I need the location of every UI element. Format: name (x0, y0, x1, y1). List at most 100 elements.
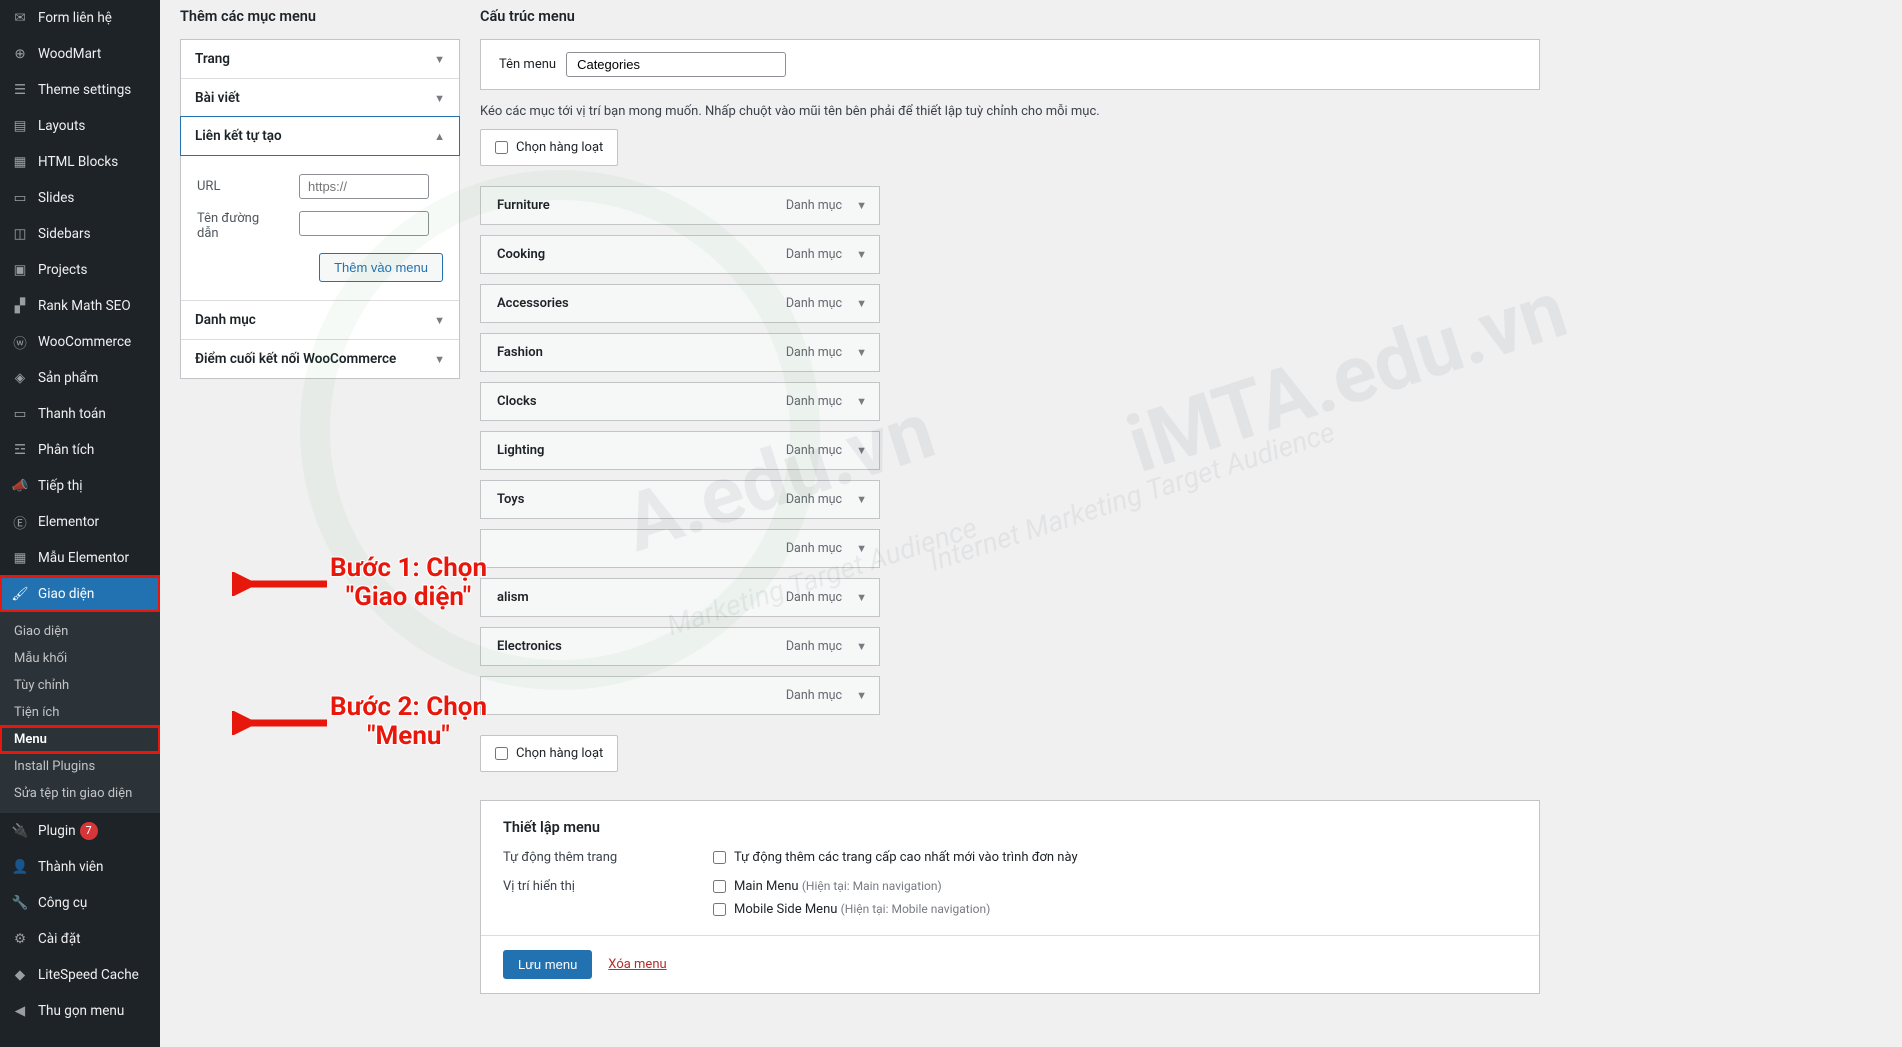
gear-icon: ⚙ (10, 929, 30, 949)
acc-pages[interactable]: Trang▼ (181, 40, 459, 78)
sidebar-item-settings[interactable]: ⚙Cài đặt (0, 921, 160, 957)
subitem-menus[interactable]: Menu (0, 726, 160, 753)
sidebar-item-form[interactable]: ✉Form liên hệ (0, 0, 160, 36)
sidebar-item-tools[interactable]: 🔧Công cụ (0, 885, 160, 921)
sidebar-item-marketing[interactable]: 📣Tiếp thị (0, 468, 160, 504)
add-items-accordion: Trang▼ Bài viết▼ Liên kết tự tạo▲ URL Tê… (180, 39, 460, 379)
sidebar-item-elementor-templates[interactable]: ▦Mẫu Elementor (0, 540, 160, 576)
chevron-down-icon: ▼ (856, 248, 867, 261)
acc-woo-endpoints[interactable]: Điểm cuối kết nối WooCommerce▼ (181, 339, 459, 378)
menu-item[interactable]: Danh mục ▼ (480, 676, 880, 715)
litespeed-icon: ◆ (10, 965, 30, 985)
chevron-down-icon: ▼ (856, 297, 867, 310)
bulk-select-top[interactable]: Chọn hàng loạt (480, 129, 618, 166)
url-input[interactable] (299, 174, 429, 199)
auto-add-checkbox[interactable] (713, 851, 726, 864)
link-name-input[interactable] (299, 211, 429, 236)
menu-item[interactable]: Clocks Danh mục ▼ (480, 382, 880, 421)
menu-item[interactable]: Electronics Danh mục ▼ (480, 627, 880, 666)
menu-item[interactable]: Accessories Danh mục ▼ (480, 284, 880, 323)
layouts-icon: ▤ (10, 116, 30, 136)
structure-helper-text: Kéo các mục tới vị trí bạn mong muốn. Nh… (480, 104, 1540, 119)
subitem-edit-theme[interactable]: Sửa tệp tin giao diện (0, 780, 160, 807)
link-name-label: Tên đường dẫn (197, 211, 281, 241)
menu-item-type: Danh mục (786, 639, 842, 654)
menu-item-type: Danh mục (786, 345, 842, 360)
slides-icon: ▭ (10, 188, 30, 208)
menu-name-label: Tên menu (499, 57, 556, 72)
sidebar-item-woocommerce[interactable]: ⓦWooCommerce (0, 324, 160, 360)
sidebar-item-litespeed[interactable]: ◆LiteSpeed Cache (0, 957, 160, 993)
menu-item-type: Danh mục (786, 198, 842, 213)
chevron-down-icon: ▼ (856, 199, 867, 212)
delete-menu-link[interactable]: Xóa menu (608, 957, 666, 972)
sidebar-item-users[interactable]: 👤Thành viên (0, 849, 160, 885)
subitem-widgets[interactable]: Tiện ích (0, 699, 160, 726)
chevron-down-icon: ▼ (856, 542, 867, 555)
add-menu-items-column: Thêm các mục menu Trang▼ Bài viết▼ Liên … (180, 0, 460, 994)
menu-footer-bar: Lưu menu Xóa menu (481, 935, 1539, 993)
sidebar-item-analytics[interactable]: ☲Phân tích (0, 432, 160, 468)
subitem-customize[interactable]: Tùy chỉnh (0, 672, 160, 699)
sidebars-icon: ◫ (10, 224, 30, 244)
subitem-themes[interactable]: Giao diện (0, 618, 160, 645)
collapse-icon: ◀ (10, 1001, 30, 1021)
template-icon: ▦ (10, 548, 30, 568)
menu-item-type: Danh mục (786, 247, 842, 262)
menu-item-type: Danh mục (786, 590, 842, 605)
add-to-menu-button[interactable]: Thêm vào menu (319, 253, 443, 282)
menu-item[interactable]: Lighting Danh mục ▼ (480, 431, 880, 470)
sidebar-item-sidebars[interactable]: ◫Sidebars (0, 216, 160, 252)
sidebar-item-theme-settings[interactable]: ☰Theme settings (0, 72, 160, 108)
projects-icon: ▣ (10, 260, 30, 280)
analytics-icon: ☲ (10, 440, 30, 460)
add-items-heading: Thêm các mục menu (180, 8, 460, 25)
sidebar-item-elementor[interactable]: ⒺElementor (0, 504, 160, 540)
menu-name-input[interactable] (566, 52, 786, 77)
appearance-submenu: Giao diện Mẫu khối Tùy chỉnh Tiện ích Me… (0, 612, 160, 813)
menu-item[interactable]: Toys Danh mục ▼ (480, 480, 880, 519)
custom-link-panel: URL Tên đường dẫn Thêm vào menu (181, 155, 459, 300)
bulk-select-checkbox-bottom[interactable] (495, 747, 508, 760)
chevron-down-icon: ▼ (434, 53, 445, 66)
sidebar-item-plugins[interactable]: 🔌Plugin7 (0, 813, 160, 849)
sidebar-item-html-blocks[interactable]: ▦HTML Blocks (0, 144, 160, 180)
menu-item[interactable]: Furniture Danh mục ▼ (480, 186, 880, 225)
bulk-select-bottom[interactable]: Chọn hàng loạt (480, 735, 618, 772)
sidebar-item-payment[interactable]: ▭Thanh toán (0, 396, 160, 432)
form-icon: ✉ (10, 8, 30, 28)
sidebar-item-slides[interactable]: ▭Slides (0, 180, 160, 216)
sidebar-collapse[interactable]: ◀Thu gọn menu (0, 993, 160, 1029)
sidebar-item-woodmart[interactable]: ⊕WoodMart (0, 36, 160, 72)
location-main-checkbox[interactable] (713, 880, 726, 893)
sidebar-item-products[interactable]: ◈Sản phẩm (0, 360, 160, 396)
subitem-install-plugins[interactable]: Install Plugins (0, 753, 160, 780)
save-menu-button[interactable]: Lưu menu (503, 950, 592, 979)
sidebar-item-layouts[interactable]: ▤Layouts (0, 108, 160, 144)
menu-item-label: Lighting (497, 443, 786, 458)
menu-item[interactable]: Fashion Danh mục ▼ (480, 333, 880, 372)
menu-settings-box: Thiết lập menu Tự động thêm trang Tự độn… (480, 800, 1540, 994)
chart-icon: ▞ (10, 296, 30, 316)
subitem-patterns[interactable]: Mẫu khối (0, 645, 160, 672)
brush-icon: 🖌 (10, 584, 30, 604)
chevron-down-icon: ▼ (856, 493, 867, 506)
menu-item-label: Furniture (497, 198, 786, 213)
menu-item[interactable]: Danh mục ▼ (480, 529, 880, 568)
sidebar-item-projects[interactable]: ▣Projects (0, 252, 160, 288)
location-mobile-checkbox[interactable] (713, 903, 726, 916)
bulk-select-checkbox[interactable] (495, 141, 508, 154)
menu-item[interactable]: Cooking Danh mục ▼ (480, 235, 880, 274)
sidebar-item-appearance[interactable]: 🖌Giao diện (0, 576, 160, 612)
menu-item-type: Danh mục (786, 492, 842, 507)
menu-item-label (497, 541, 786, 556)
chevron-down-icon: ▼ (856, 640, 867, 653)
sidebar-item-seo[interactable]: ▞Rank Math SEO (0, 288, 160, 324)
acc-categories[interactable]: Danh mục▼ (181, 300, 459, 339)
menu-item-label: Toys (497, 492, 786, 507)
chevron-down-icon: ▼ (856, 591, 867, 604)
acc-custom-link[interactable]: Liên kết tự tạo▲ (180, 116, 460, 156)
user-icon: 👤 (10, 857, 30, 877)
acc-posts[interactable]: Bài viết▼ (181, 78, 459, 117)
menu-item[interactable]: alism Danh mục ▼ (480, 578, 880, 617)
